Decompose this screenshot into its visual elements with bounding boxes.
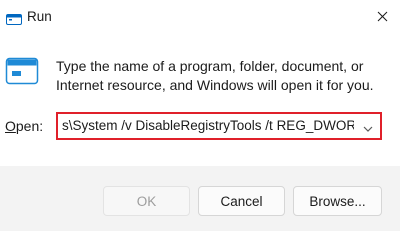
chevron-down-icon [363,126,373,132]
title-bar: Run [0,0,400,32]
browse-button[interactable]: Browse... [293,186,382,216]
cancel-button[interactable]: Cancel [198,186,285,216]
instruction-text: Type the name of a program, folder, docu… [56,58,374,93]
window-title: Run [27,9,52,24]
open-combobox[interactable]: s\System /v DisableRegistryTools /t REG_… [56,112,382,140]
run-dialog: Run Type the name of a program, folder, … [0,0,400,231]
open-label-accesskey: O [5,118,16,134]
dropdown-arrow-button[interactable] [362,121,374,132]
ok-button[interactable]: OK [103,186,190,216]
close-button[interactable] [372,6,392,26]
run-program-icon [5,57,39,85]
open-label: Open: [5,118,43,134]
run-app-icon [6,12,22,25]
close-icon [377,11,387,21]
open-label-rest: pen: [15,118,44,134]
open-input-value: s\System /v DisableRegistryTools /t REG_… [62,118,354,133]
open-input[interactable]: s\System /v DisableRegistryTools /t REG_… [62,118,354,133]
